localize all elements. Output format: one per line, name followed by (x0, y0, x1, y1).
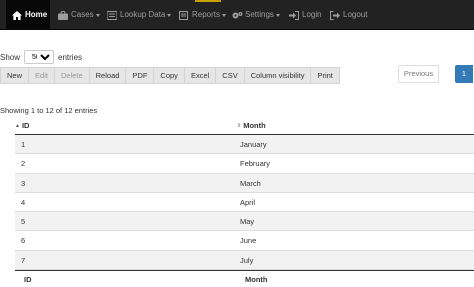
report-icon (179, 10, 189, 20)
nav-cases[interactable]: Cases (58, 0, 100, 30)
nav-cases-label: Cases (71, 10, 94, 19)
nav-reports-label: Reports (192, 10, 221, 19)
cell-month: July (240, 255, 254, 265)
gears-icon (232, 11, 243, 20)
print-button[interactable]: Print (311, 67, 340, 84)
data-table: ▲ ID ⇕ Month 1 January 2 February 3 March … (15, 116, 474, 287)
column-visibility-button[interactable]: Column visibility (244, 67, 312, 84)
sort-both-icon: ⇕ (237, 122, 242, 129)
briefcase-icon (58, 10, 68, 20)
nav-login[interactable]: Login (289, 0, 322, 30)
column-header-id-label: ID (21, 121, 30, 130)
nav-reports[interactable]: Reports (179, 0, 227, 30)
new-button[interactable]: New (0, 67, 30, 84)
cell-id: 2 (21, 159, 26, 169)
reload-button[interactable]: Reload (89, 67, 127, 84)
chevron-down-icon (95, 13, 100, 17)
table-row[interactable]: 4 April (15, 193, 474, 213)
chevron-down-icon (275, 13, 280, 17)
column-header-id[interactable]: ▲ ID (15, 116, 29, 135)
delete-button[interactable]: Delete (54, 67, 90, 84)
table-header: ▲ ID ⇕ Month (15, 116, 474, 135)
csv-button[interactable]: CSV (216, 67, 245, 84)
table-row[interactable]: 6 June (15, 231, 474, 251)
table-row[interactable]: 7 July (15, 250, 474, 271)
copy-button[interactable]: Copy (154, 67, 185, 84)
chevron-down-icon (222, 13, 227, 17)
logout-icon (330, 10, 340, 20)
column-header-month-label: Month (243, 121, 266, 130)
nav-login-label: Login (302, 10, 322, 19)
length-prefix: Show (0, 52, 21, 62)
footer-id: ID (24, 275, 32, 285)
nav-settings[interactable]: Settings (232, 0, 280, 30)
nav-logout[interactable]: Logout (330, 0, 367, 30)
excel-button[interactable]: Excel (184, 67, 217, 84)
nav-settings-label: Settings (245, 10, 274, 19)
table-row[interactable]: 5 May (15, 212, 474, 232)
cell-month: May (240, 217, 255, 227)
cell-month: June (240, 236, 257, 246)
nav-lookup-data[interactable]: Lookup Data (107, 0, 172, 30)
page-1-button[interactable]: 1 (455, 65, 473, 83)
chevron-down-icon (167, 13, 172, 17)
table-row[interactable]: 1 January (15, 135, 474, 155)
entries-length-control: Show 50 entries (0, 50, 82, 64)
edit-button[interactable]: Edit (29, 67, 55, 84)
cell-month: January (240, 140, 267, 149)
sort-asc-icon: ▲ (15, 122, 20, 129)
home-icon (12, 10, 22, 20)
nav-home[interactable]: Home (6, 0, 50, 30)
cell-id: 7 (21, 255, 26, 265)
pdf-button[interactable]: PDF (126, 67, 155, 84)
nav-lookup-data-label: Lookup Data (120, 10, 166, 19)
cell-id: 5 (21, 217, 26, 227)
navbar: Home Cases Lookup Data Reports Settings (0, 0, 474, 30)
table-row[interactable]: 3 March (15, 173, 474, 193)
cell-id: 6 (21, 236, 26, 246)
column-header-month[interactable]: ⇕ Month (237, 116, 266, 135)
nav-logout-label: Logout (343, 10, 368, 19)
cell-id: 4 (21, 197, 26, 207)
cell-id: 3 (21, 178, 26, 188)
cell-month: April (240, 197, 256, 207)
previous-page-button[interactable]: Previous (398, 65, 439, 83)
length-suffix: entries (58, 52, 83, 62)
entries-select[interactable]: 50 (24, 50, 55, 64)
table-row[interactable]: 2 February (15, 154, 474, 174)
table-info: Showing 1 to 12 of 12 entries (0, 106, 98, 115)
login-icon (289, 10, 299, 20)
cell-month: February (240, 159, 271, 169)
nav-home-label: Home (25, 10, 48, 19)
table-footer: ID Month (15, 270, 474, 287)
list-icon (107, 10, 117, 20)
cell-id: 1 (21, 140, 26, 149)
footer-month: Month (245, 275, 268, 285)
cell-month: March (240, 178, 261, 188)
table-toolbar: New Edit Delete Reload PDF Copy Excel CS… (0, 67, 340, 84)
